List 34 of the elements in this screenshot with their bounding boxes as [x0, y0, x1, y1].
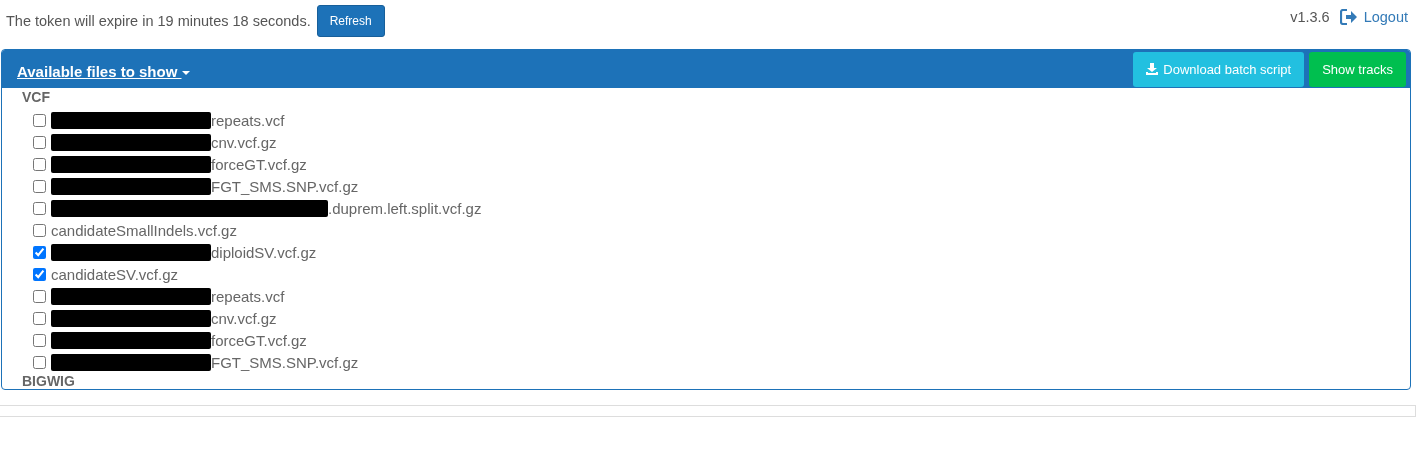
file-name: diploidSV.vcf.gz: [211, 243, 317, 261]
file-checkbox[interactable]: [33, 267, 46, 281]
file-name: cnv.vcf.gz: [211, 309, 277, 327]
file-checkbox[interactable]: [33, 179, 46, 193]
file-name: FGT_SMS.SNP.vcf.gz: [211, 353, 359, 371]
file-checkbox[interactable]: [33, 311, 46, 325]
file-name: forceGT.vcf.gz: [211, 155, 307, 173]
file-name: repeats.vcf: [211, 111, 285, 129]
file-checkbox[interactable]: [33, 135, 46, 149]
group-heading: VCF: [22, 89, 51, 107]
file-checkbox[interactable]: [33, 245, 46, 259]
version-label: v1.3.6: [1290, 9, 1330, 25]
file-checkbox[interactable]: [33, 201, 46, 215]
file-name: cnv.vcf.gz: [211, 133, 277, 151]
file-name: .duprem.left.split.vcf.gz: [328, 199, 482, 217]
file-checkbox[interactable]: [33, 333, 46, 347]
file-checkbox[interactable]: [33, 355, 46, 369]
file-checkbox[interactable]: [33, 223, 46, 237]
file-name: forceGT.vcf.gz: [211, 331, 307, 349]
file-checkbox[interactable]: [33, 157, 46, 171]
file-checkbox[interactable]: [33, 113, 46, 127]
logout-icon[interactable]: [1339, 9, 1358, 25]
token-expiry-text: The token will expire in 19 minutes 18 seconds.: [6, 13, 311, 29]
file-name: FGT_SMS.SNP.vcf.gz: [211, 177, 359, 195]
file-checkbox[interactable]: [33, 289, 46, 303]
files-dropdown-toggle[interactable]: Available files to show: [17, 58, 190, 80]
logout-link[interactable]: Logout: [1363, 9, 1408, 25]
group-heading: BIGWIG: [22, 373, 76, 389]
refresh-button[interactable]: Refresh: [316, 5, 385, 37]
file-name: candidateSmallIndels.vcf.gz: [51, 221, 237, 239]
file-name: repeats.vcf: [211, 287, 285, 305]
download-icon: [1146, 63, 1159, 75]
file-name: candidateSV.vcf.gz: [51, 265, 179, 283]
show-tracks-button[interactable]: Show tracks: [1309, 51, 1406, 87]
